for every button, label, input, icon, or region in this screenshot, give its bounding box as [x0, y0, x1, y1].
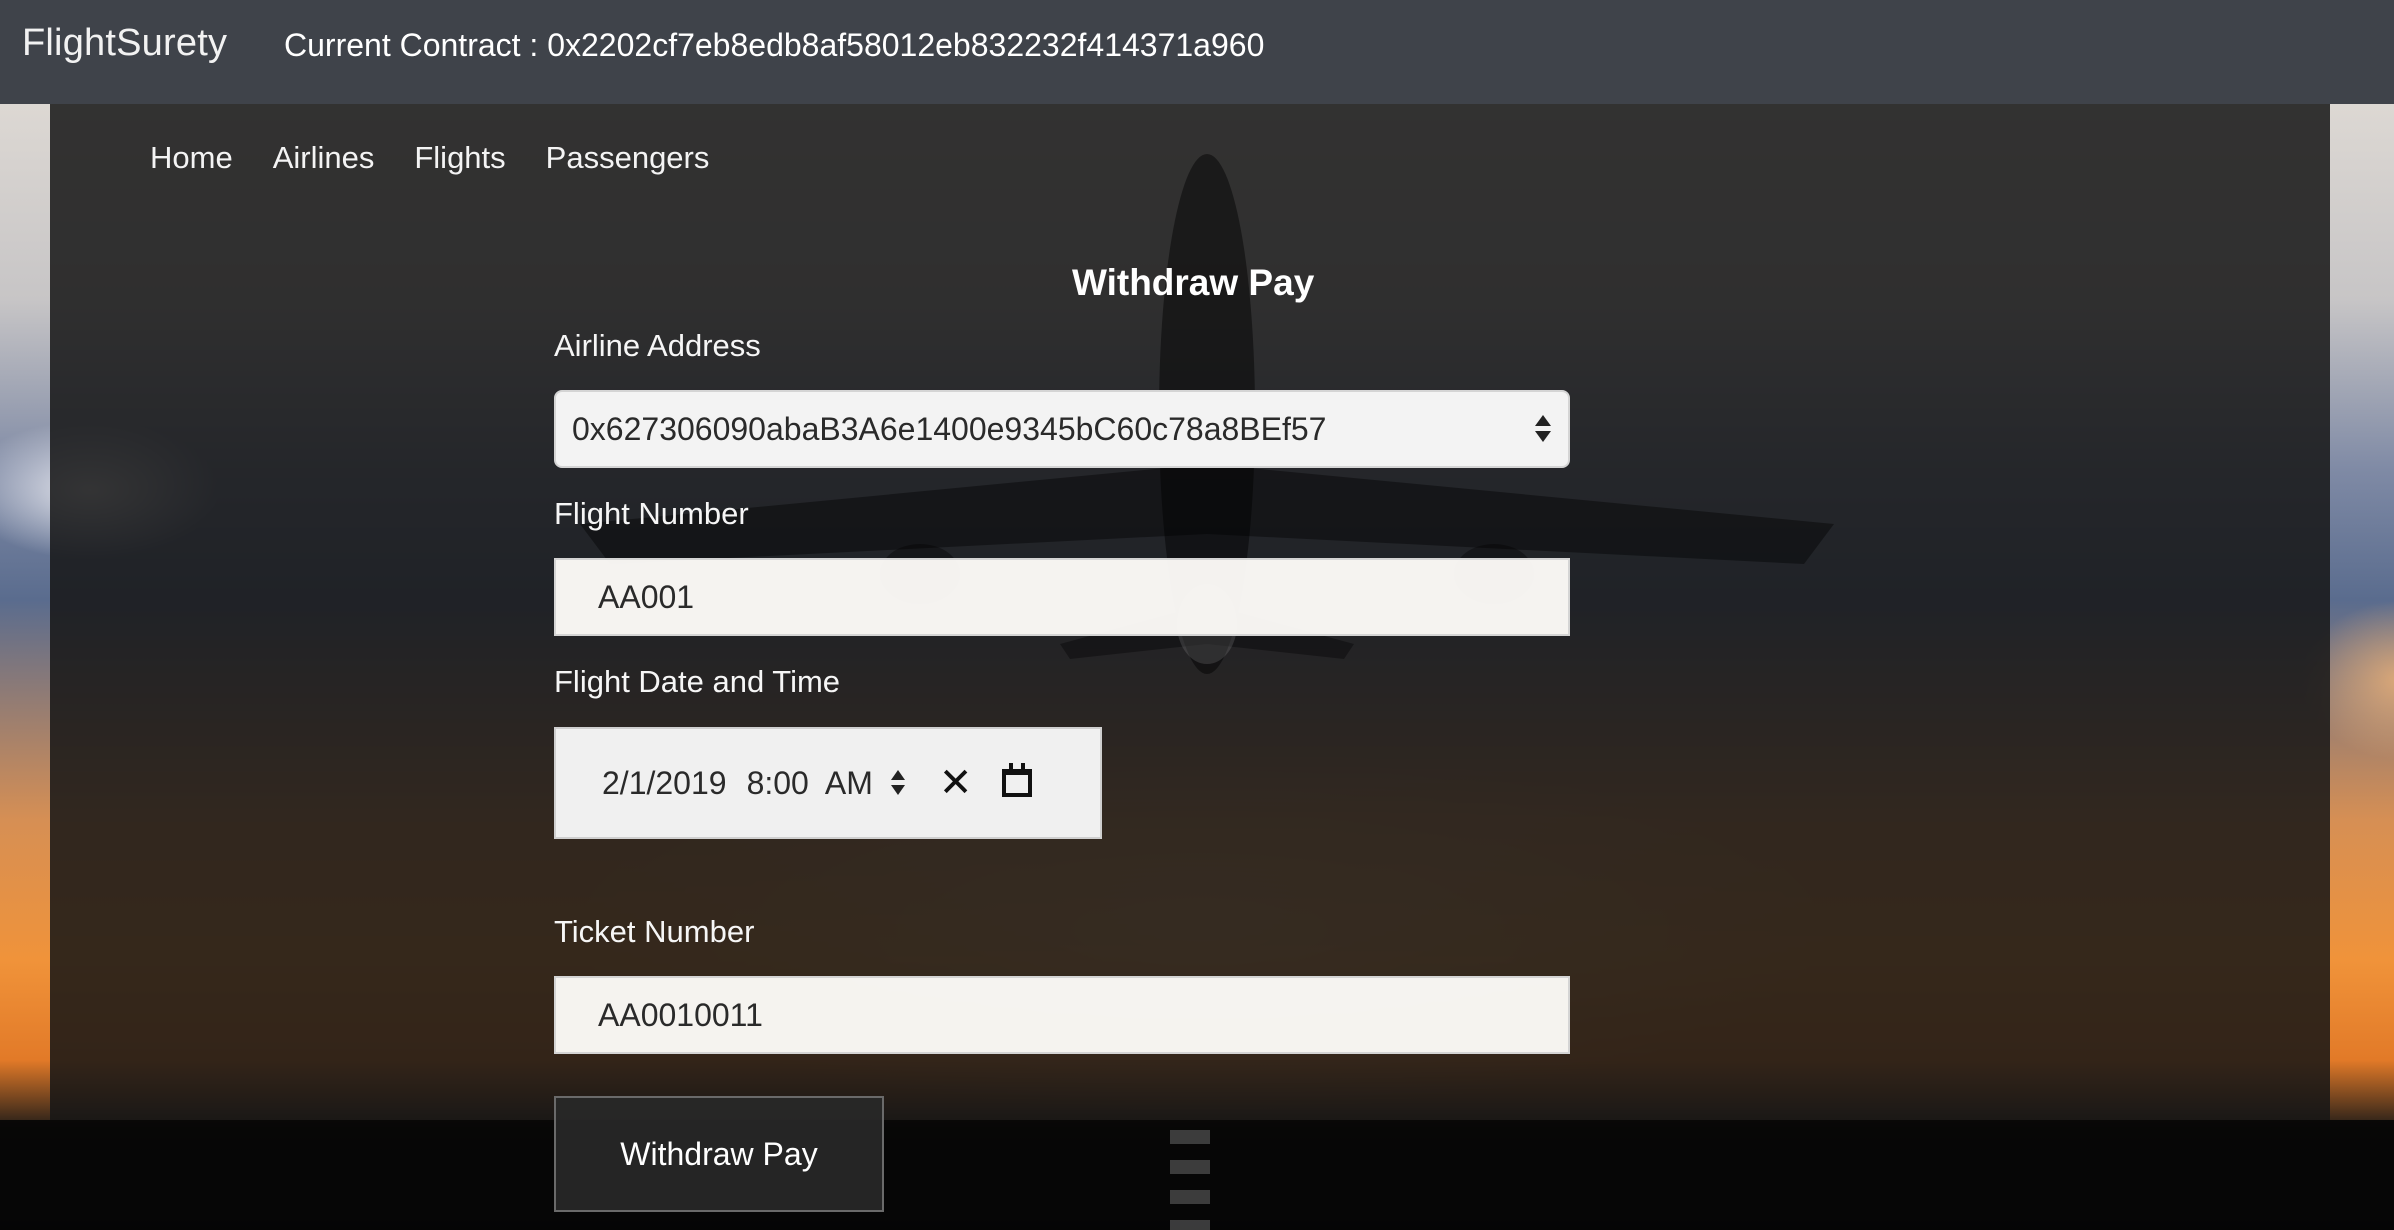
ticket-number-input[interactable]: AA0010011: [554, 976, 1570, 1054]
spinner-arrows-icon[interactable]: [890, 766, 907, 800]
flight-number-value: AA001: [598, 578, 695, 615]
airline-address-label: Airline Address: [554, 328, 761, 363]
ampm-value[interactable]: AM: [825, 765, 873, 802]
calendar-icon[interactable]: [1002, 763, 1033, 797]
close-icon[interactable]: ✕: [939, 763, 973, 803]
airline-address-select[interactable]: 0x627306090abaB3A6e1400e9345bC60c78a8BEf…: [554, 390, 1570, 468]
brand-logo[interactable]: FlightSurety: [22, 22, 227, 65]
nav-flights[interactable]: Flights: [414, 140, 505, 176]
withdraw-pay-button[interactable]: Withdraw Pay: [554, 1096, 884, 1212]
ticket-number-label: Ticket Number: [554, 914, 755, 949]
top-navbar: FlightSurety Current Contract : 0x2202cf…: [0, 0, 2394, 104]
current-contract-text: Current Contract : 0x2202cf7eb8edb8af580…: [284, 27, 1265, 63]
nav-home[interactable]: Home: [150, 140, 233, 176]
airline-address-value: 0x627306090abaB3A6e1400e9345bC60c78a8BEf…: [572, 410, 1327, 447]
nav-passengers[interactable]: Passengers: [546, 140, 710, 176]
nav-airlines[interactable]: Airlines: [273, 140, 375, 176]
form-title: Withdraw Pay: [1072, 262, 1315, 303]
flight-datetime-label: Flight Date and Time: [554, 664, 841, 699]
flight-number-input[interactable]: AA001: [554, 558, 1570, 636]
runway-decoration: [1170, 1130, 1210, 1230]
flight-number-label: Flight Number: [554, 496, 749, 531]
updown-arrows-icon: [1532, 409, 1554, 449]
time-value[interactable]: 8:00: [747, 765, 809, 802]
date-value[interactable]: 2/1/2019: [602, 765, 727, 802]
ticket-number-value: AA0010011: [598, 996, 763, 1033]
flight-datetime-input[interactable]: 2/1/2019 8:00 AM ✕: [554, 727, 1102, 839]
main-nav: Home Airlines Flights Passengers: [150, 140, 709, 176]
